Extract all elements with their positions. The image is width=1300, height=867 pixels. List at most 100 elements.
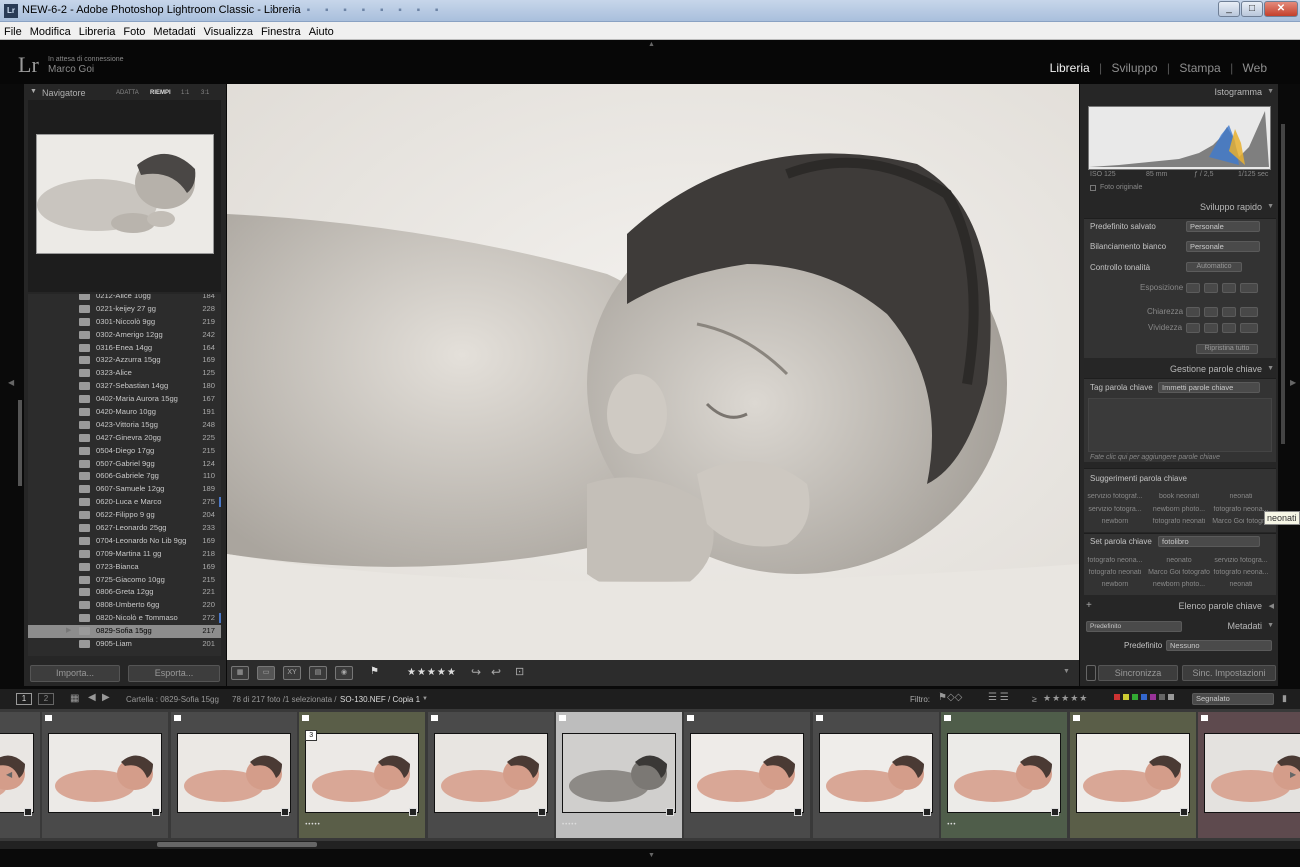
filmstrip-cell[interactable] — [812, 712, 939, 838]
exposure-minus-button[interactable] — [1204, 283, 1218, 293]
zoom-riempi[interactable]: RIEMPI — [150, 90, 171, 96]
folder-row[interactable]: 0323-Alice 125 — [28, 367, 221, 380]
filmstrip-cell[interactable]: ••• — [941, 712, 1068, 838]
filmstrip-cell[interactable] — [684, 712, 811, 838]
navigator-header[interactable]: ▼ Navigatore ADATTA RIEMPI 1:1 3:1 — [28, 86, 224, 100]
keyword-tags-select[interactable]: Immetti parole chiave — [1158, 382, 1260, 393]
keyword-suggestion[interactable]: neonati — [1210, 493, 1272, 500]
collapse-top-icon[interactable]: ▲ — [648, 41, 655, 48]
menu-libreria[interactable]: Libreria — [75, 23, 120, 38]
metadata-preset-select[interactable]: Predefinito — [1086, 621, 1182, 632]
label-blue-filter[interactable] — [1141, 694, 1147, 700]
sync-button[interactable]: Sincronizza — [1098, 665, 1178, 681]
main-photo[interactable] — [227, 84, 1079, 660]
filmstrip-cell[interactable] — [42, 712, 169, 838]
filmstrip-left-icon[interactable]: ◀ — [6, 770, 12, 779]
module-libreria[interactable]: Libreria — [1050, 61, 1090, 75]
secondary-window-button[interactable]: 2 — [38, 693, 54, 705]
filmstrip-cell[interactable] — [427, 712, 554, 838]
folder-row[interactable]: 0607-Samuele 12gg 189 — [28, 483, 221, 496]
survey-view-icon[interactable]: ▤ — [309, 666, 327, 680]
keyword-hint[interactable]: Fate clic qui per aggiungere parole chia… — [1090, 454, 1220, 461]
file-name[interactable]: SO-130.NEF / Copia 1 — [340, 695, 420, 704]
forward-arrow-icon[interactable]: ▶ — [102, 692, 110, 703]
left-panel-toggle-icon[interactable]: ◀ — [8, 378, 14, 387]
folder-row[interactable]: 0820-Nicolò e Tommaso 272 — [28, 612, 221, 625]
keyword-set-item[interactable]: fotografo neonati — [1084, 569, 1146, 576]
filter-lock-icon[interactable]: ▮ — [1282, 693, 1287, 704]
filmstrip-cell[interactable]: ••••• — [556, 712, 682, 838]
filmstrip-cell[interactable] — [170, 712, 297, 838]
vibrance-minus-button[interactable] — [1204, 323, 1218, 333]
rating-stars[interactable]: ★★★★★ — [407, 667, 457, 678]
sync-toggle-switch[interactable] — [1086, 665, 1096, 681]
export-button[interactable]: Esporta... — [128, 665, 220, 682]
metadata-header[interactable]: Metadati — [1184, 621, 1276, 635]
filmstrip-scroll-thumb[interactable] — [157, 842, 317, 847]
stack-count-badge[interactable]: 3 — [305, 730, 318, 741]
folder-row[interactable]: 0322-Azzurra 15gg 169 — [28, 354, 221, 367]
filmstrip-right-icon[interactable]: ▶ — [1290, 770, 1296, 779]
keyword-set-item[interactable]: fotografo neona... — [1210, 569, 1272, 576]
filmstrip-thumbnail[interactable] — [48, 733, 163, 813]
exposure-plus-big-button[interactable] — [1240, 283, 1258, 293]
original-photo-checkbox[interactable] — [1090, 185, 1096, 191]
folder-row[interactable]: 0423-Vittoria 15gg 248 — [28, 419, 221, 432]
folder-row[interactable]: 0301-Niccolò 9gg 219 — [28, 316, 221, 329]
back-arrow-icon[interactable]: ◀ — [88, 692, 96, 703]
filmstrip-thumbnail[interactable] — [1075, 733, 1190, 813]
collapse-bottom-icon[interactable]: ▼ — [648, 852, 655, 859]
keyword-suggestion[interactable]: servizio fotogra... — [1084, 506, 1146, 513]
navigator-thumbnail[interactable] — [36, 134, 214, 254]
histogram-header[interactable]: Istogramma — [1084, 87, 1276, 101]
keyword-set-item[interactable]: servizio fotogra... — [1210, 557, 1272, 564]
keyword-suggestion[interactable]: fotografo neonati — [1148, 518, 1210, 525]
loupe-view-icon[interactable]: ▭ — [257, 666, 275, 680]
filmstrip-thumbnail[interactable] — [690, 733, 805, 813]
keyword-set-select[interactable]: fotolibro — [1158, 536, 1260, 547]
left-scrollbar[interactable] — [18, 400, 22, 486]
keyword-entry-area[interactable] — [1088, 398, 1272, 452]
zoom-1-1[interactable]: 1:1 — [181, 90, 189, 96]
folder-row[interactable]: 0504-Diego 17gg 215 — [28, 445, 221, 458]
module-web[interactable]: Web — [1243, 61, 1267, 75]
folder-row[interactable]: 0221-keijey 27 gg 228 — [28, 303, 221, 316]
keywording-header[interactable]: Gestione parole chiave — [1084, 364, 1276, 378]
keyword-set-item[interactable]: neonati — [1210, 581, 1272, 588]
clarity-plus-button[interactable] — [1222, 307, 1236, 317]
white-balance-select[interactable]: Personale — [1186, 241, 1260, 252]
filmstrip-thumbnail[interactable] — [305, 733, 420, 813]
maximize-button[interactable]: □ — [1241, 1, 1263, 17]
filmstrip-cell[interactable]: 3 ••••• — [299, 712, 426, 838]
source-label[interactable]: Cartella : 0829-Sofia 15gg — [126, 695, 219, 704]
folder-row[interactable]: 0905-Liam 201 — [28, 638, 221, 651]
folder-row[interactable]: 0402-Maria Aurora 15gg 167 — [28, 393, 221, 406]
folder-row[interactable]: 0420-Mauro 10gg 191 — [28, 406, 221, 419]
folder-row[interactable]: 0622-Filippo 9 gg 204 — [28, 509, 221, 522]
menu-visualizza[interactable]: Visualizza — [200, 23, 257, 38]
clarity-plus-big-button[interactable] — [1240, 307, 1258, 317]
flag-icon[interactable] — [687, 715, 695, 721]
keyword-set-item[interactable]: newborn photo... — [1148, 581, 1210, 588]
reset-all-button[interactable]: Ripristina tutto — [1196, 344, 1258, 354]
flag-icon[interactable] — [944, 715, 952, 721]
flag-icon[interactable] — [1072, 715, 1080, 721]
filmstrip-cell[interactable] — [1198, 712, 1300, 838]
expand-icon[interactable]: ▶ — [66, 626, 71, 634]
keyword-suggestion[interactable]: newborn — [1084, 518, 1146, 525]
zoom-adatta[interactable]: ADATTA — [116, 90, 139, 96]
clarity-minus-button[interactable] — [1204, 307, 1218, 317]
label-custom-filter[interactable] — [1168, 694, 1174, 700]
flag-icon[interactable] — [1201, 715, 1208, 721]
module-stampa[interactable]: Stampa — [1179, 61, 1220, 75]
main-window-button[interactable]: 1 — [16, 693, 32, 705]
folder-row[interactable]: 0302-Amerigo 12gg 242 — [28, 329, 221, 342]
menu-aiuto[interactable]: Aiuto — [305, 23, 338, 38]
label-red-filter[interactable] — [1114, 694, 1120, 700]
folder-row[interactable]: 0427-Ginevra 20gg 225 — [28, 432, 221, 445]
folder-row[interactable]: 0806-Greta 12gg 221 — [28, 586, 221, 599]
saved-preset-select[interactable]: Personale — [1186, 221, 1260, 232]
rating-comparator[interactable]: ≥ — [1032, 694, 1037, 704]
grid-view-icon[interactable]: ▦ — [231, 666, 249, 680]
flag-icon[interactable] — [45, 715, 53, 721]
